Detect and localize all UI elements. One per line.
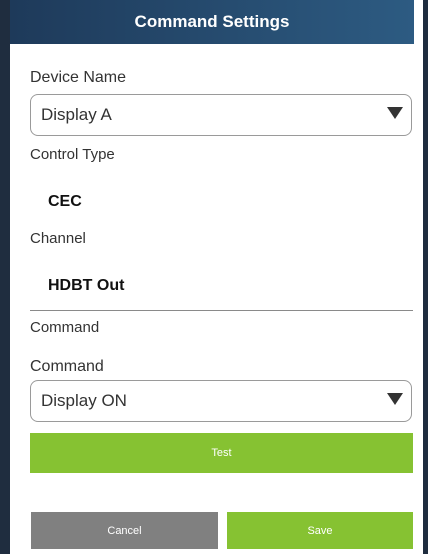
- channel-value: HDBT Out: [48, 277, 125, 294]
- device-name-label: Device Name: [30, 69, 127, 86]
- control-type-value: CEC: [48, 193, 82, 210]
- channel-label: Channel: [30, 230, 86, 247]
- test-button[interactable]: Test: [30, 433, 413, 473]
- dialog-header: Command Settings: [10, 0, 414, 44]
- cancel-button[interactable]: Cancel: [31, 512, 218, 549]
- command-section-label: Command: [30, 319, 100, 336]
- command-value: Display ON: [41, 391, 127, 410]
- channel-divider: [30, 310, 413, 311]
- dialog-title: Command Settings: [134, 12, 290, 31]
- right-frame: [414, 0, 428, 554]
- device-name-select[interactable]: Display A: [30, 94, 412, 136]
- control-type-label: Control Type: [30, 146, 115, 163]
- chevron-down-icon: [387, 107, 403, 119]
- left-frame-border: [0, 0, 10, 554]
- command-select[interactable]: Display ON: [30, 380, 412, 422]
- device-name-value: Display A: [41, 105, 112, 124]
- save-button[interactable]: Save: [227, 512, 413, 549]
- chevron-down-icon: [387, 393, 403, 405]
- right-frame-strip: [423, 0, 428, 554]
- command-label: Command: [30, 358, 104, 375]
